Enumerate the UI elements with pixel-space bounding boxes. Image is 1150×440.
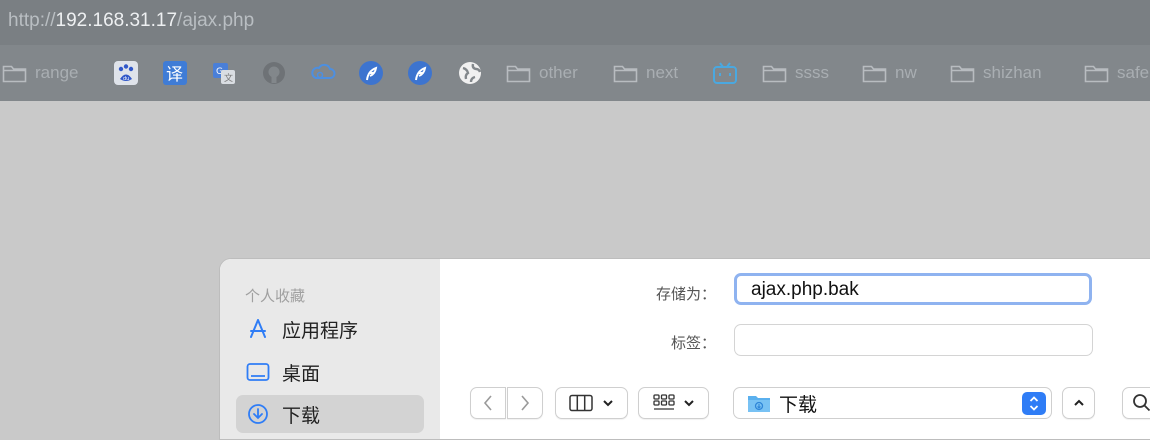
bookmark-google-translate[interactable]: G文: [211, 60, 237, 86]
folder-icon: [1084, 65, 1109, 83]
search-icon: [1133, 394, 1150, 412]
back-button[interactable]: [470, 387, 506, 419]
baidu-icon: du: [114, 61, 138, 85]
chevron-down-icon: [683, 400, 694, 407]
bookmark-label: range: [35, 63, 79, 82]
bookmark-baidu[interactable]: du: [113, 60, 139, 86]
feather-icon: [359, 61, 383, 85]
url-text[interactable]: http://192.168.31.17/ajax.php: [8, 10, 254, 32]
folder-icon: [762, 65, 787, 83]
svg-text:译: 译: [166, 65, 183, 85]
forward-button[interactable]: [507, 387, 543, 419]
bookmarks-bar: range du 译 G文 other next ssss nw shizhan…: [0, 45, 1150, 101]
folder-icon: [950, 65, 975, 83]
sidebar-item-label: 桌面: [282, 363, 321, 385]
sidebar-item-applications[interactable]: 应用程序: [236, 310, 424, 348]
bookmark-globe[interactable]: [457, 60, 483, 86]
url-host: 192.168.31.17: [55, 10, 178, 31]
bookmark-label: safe: [1117, 63, 1150, 82]
svg-text:du: du: [123, 76, 129, 82]
search-button[interactable]: [1122, 387, 1150, 419]
bookmark-label: next: [646, 63, 679, 82]
chevron-left-icon: [483, 395, 492, 411]
bookmark-cloud[interactable]: [309, 60, 337, 86]
translate-icon: 译: [163, 61, 187, 85]
sidebar-item-downloads[interactable]: 下载: [236, 395, 424, 433]
view-mode-button[interactable]: [555, 387, 628, 419]
desktop-icon: [246, 362, 270, 382]
bilibili-icon: [713, 62, 737, 84]
feather-icon: [408, 61, 432, 85]
svg-text:文: 文: [224, 72, 233, 84]
downloads-folder-icon: [748, 396, 770, 412]
bookmark-translate[interactable]: 译: [162, 60, 188, 86]
address-bar[interactable]: http://192.168.31.17/ajax.php: [0, 0, 1150, 45]
bookmark-range[interactable]: range: [2, 60, 78, 86]
location-stepper-icon: [1022, 392, 1046, 415]
bookmark-ssss[interactable]: ssss: [762, 60, 829, 86]
download-icon: [246, 403, 270, 425]
bookmark-next[interactable]: next: [613, 60, 678, 86]
location-popup[interactable]: 下载: [733, 387, 1052, 419]
columns-view-icon: [569, 394, 593, 412]
sidebar-item-label: 下载: [282, 405, 321, 427]
expand-collapse-button[interactable]: [1062, 387, 1095, 419]
folder-icon: [506, 65, 531, 83]
chevron-up-icon: [1073, 399, 1084, 406]
bookmark-github[interactable]: [261, 60, 287, 86]
applications-icon: [246, 318, 270, 340]
dialog-sidebar: 个人收藏 应用程序 桌面 下载: [220, 259, 440, 439]
bookmark-feather-2[interactable]: [407, 60, 433, 86]
url-scheme: http://: [8, 10, 56, 31]
cloud-icon: [311, 63, 336, 79]
sidebar-item-desktop[interactable]: 桌面: [236, 353, 424, 391]
github-icon: [263, 62, 285, 84]
bookmark-safe[interactable]: safe: [1084, 60, 1149, 86]
url-path: /ajax.php: [177, 10, 255, 31]
google-translate-icon: G文: [213, 63, 235, 84]
save-dialog: 个人收藏 应用程序 桌面 下载 存储为： ajax.php.bak 标签： 下载: [219, 258, 1150, 440]
grid-icon: [652, 394, 675, 410]
sidebar-heading: 个人收藏: [245, 288, 306, 305]
folder-icon: [2, 65, 27, 83]
folder-icon: [862, 65, 887, 83]
filename-input[interactable]: ajax.php.bak: [734, 273, 1092, 305]
globe-icon: [459, 62, 482, 84]
bookmark-other[interactable]: other: [506, 60, 578, 86]
chevron-right-icon: [521, 395, 530, 411]
sidebar-item-label: 应用程序: [282, 320, 359, 342]
bookmark-shizhan[interactable]: shizhan: [950, 60, 1042, 86]
bookmark-label: nw: [895, 63, 917, 82]
folder-icon: [613, 65, 638, 83]
location-name: 下载: [779, 394, 818, 416]
chevron-down-icon: [603, 400, 613, 407]
bookmark-nw[interactable]: nw: [862, 60, 917, 86]
bookmark-feather-1[interactable]: [358, 60, 384, 86]
bookmark-bilibili[interactable]: [712, 60, 738, 86]
tags-label: 标签：: [670, 335, 716, 352]
tags-input[interactable]: [734, 324, 1093, 356]
bookmark-label: shizhan: [983, 63, 1042, 82]
group-button[interactable]: [638, 387, 709, 419]
bookmark-label: other: [539, 63, 578, 82]
bookmark-label: ssss: [795, 63, 829, 82]
save-as-label: 存储为：: [655, 286, 716, 303]
